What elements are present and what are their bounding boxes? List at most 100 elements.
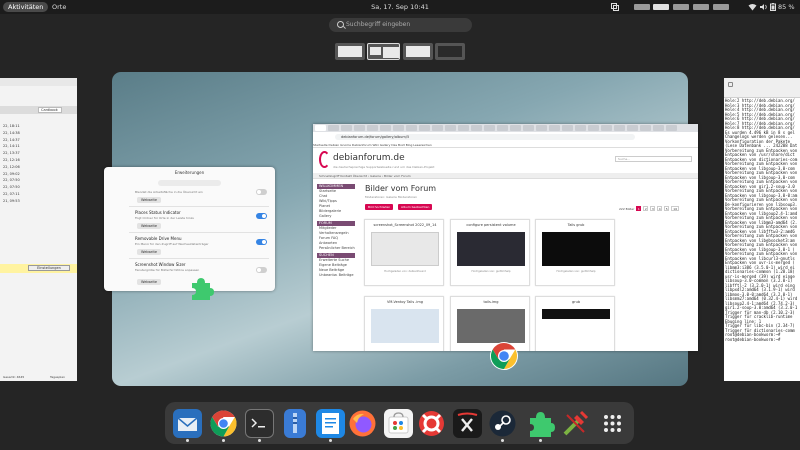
browser-tab[interactable] [458,125,469,131]
gallery-card[interactable]: configure persistent volume Hochgeladen … [450,219,530,286]
list-item[interactable]: 22, 07:50 [3,177,20,184]
gallery-thumbnail[interactable] [542,309,610,319]
page-link[interactable]: 16 [671,206,680,211]
sidebar-link[interactable]: Unbeantw. Beiträge [317,273,355,278]
page-link[interactable]: 1 [636,206,642,211]
screenshot-icon[interactable] [611,3,619,11]
extension-toggle[interactable] [256,213,267,219]
gallery-thumbnail[interactable] [457,309,525,343]
extensions-window-preview[interactable]: Erweiterungen Blendet die Arbeitsfläche … [104,167,275,291]
browser-tab[interactable] [328,125,339,131]
browser-tab[interactable] [419,125,430,131]
bookmarks-bar[interactable]: Startseite Debian Gnome Debianforum Wiki… [313,142,698,148]
extensions-app-icon[interactable] [188,275,214,301]
browser-tab[interactable] [510,125,521,131]
firefox-icon[interactable] [348,409,377,438]
gallery-card-title[interactable]: grub [536,300,616,304]
page-link[interactable]: 3 [650,206,656,211]
new-tab-icon[interactable] [728,82,733,87]
gallery-card-title[interactable]: configure persistent volume [451,223,531,227]
tab-strip[interactable] [313,124,698,132]
site-search-input[interactable]: Suche... [615,156,692,162]
browser-tab[interactable] [640,125,651,131]
gallery-thumbnail[interactable] [371,232,439,266]
gallery-card[interactable]: grub [535,296,615,351]
page-moderators[interactable]: Moderatoren: Galerie Moderatoren [365,195,417,199]
browser-tab[interactable] [536,125,547,131]
gallery-card[interactable]: VM-Ventoy Tails .img [364,296,444,351]
chrome-window-preview[interactable]: debianforum.de/forum/gallery/album/5 Sta… [313,124,698,351]
browser-tab[interactable] [562,125,573,131]
search-input[interactable]: Suchbegriff eingeben [329,18,472,32]
browser-tab[interactable] [380,125,391,131]
list-item[interactable]: 22, 13:37 [3,150,20,157]
extension-toggle[interactable] [256,239,267,245]
battery-level[interactable]: 85 % [778,2,795,12]
website-button[interactable]: Webseite [137,249,161,255]
browser-tab[interactable] [549,125,560,131]
browser-tab[interactable] [601,125,612,131]
browser-tab[interactable] [484,125,495,131]
addressbook-field[interactable]: Cardbook [38,107,62,113]
debian-logo[interactable] [319,151,330,168]
extension-toggle[interactable] [256,267,267,273]
browser-tab[interactable] [406,125,417,131]
terminal-icon[interactable] [245,409,274,438]
mail-window-preview[interactable]: Cardbook 22, 18:11 22, 14:38 22, 14:37 2… [0,78,77,381]
browser-tab[interactable] [614,125,625,131]
paint-icon[interactable] [561,409,590,438]
list-item[interactable]: 22, 09:02 [3,171,20,178]
workspace-thumbnail-1[interactable] [335,43,365,60]
page-link[interactable]: 2 [643,206,649,211]
file-roller-icon[interactable] [284,409,306,438]
gallery-card[interactable]: Tails grub Hochgeladen von: guiltimhelp [535,219,615,286]
chrome-app-icon[interactable] [489,341,519,371]
extension-toggle[interactable] [256,189,267,195]
browser-tab[interactable] [341,125,352,131]
browser-tab[interactable] [588,125,599,131]
list-item[interactable]: 22, 14:37 [3,137,20,144]
browser-tab[interactable] [666,125,677,131]
gallery-card[interactable]: tails.img [450,296,530,351]
browser-tab[interactable] [653,125,664,131]
status-dayplan[interactable]: Tagesplan [50,375,65,379]
workspace-indicator-1[interactable] [634,4,650,10]
extensions-icon[interactable] [526,409,555,438]
page-link[interactable]: 5 [664,206,670,211]
sidebar-link[interactable]: Gallery [317,214,355,219]
breadcrumb[interactable]: Schnellzugriff Kontakt Übersicht › Galer… [313,173,698,179]
workspace-thumbnail-4[interactable] [435,43,465,60]
website-button[interactable]: Webseite [137,197,161,203]
browser-tab[interactable] [497,125,508,131]
gallery-thumbnail[interactable] [542,232,610,266]
workspace-thumbnail-2[interactable] [367,43,400,60]
help-icon[interactable] [417,409,446,438]
chrome-icon[interactable] [209,409,238,438]
xournal-icon[interactable] [453,409,482,438]
browser-tab[interactable] [471,125,482,131]
battery-icon[interactable] [770,3,776,13]
terminal-window-preview[interactable]: Hole:2 http://deb.debian.org/Hole:3 http… [724,78,800,381]
browser-tab[interactable] [367,125,378,131]
gallery-card-title[interactable]: VM-Ventoy Tails .img [365,300,445,304]
software-icon[interactable] [384,409,413,438]
list-item[interactable]: 22, 18:11 [3,123,20,130]
settings-button[interactable]: Einstellungen [28,265,70,271]
browser-tab[interactable] [445,125,456,131]
extensions-search[interactable] [158,180,221,186]
list-item[interactable]: 22, 12:06 [3,164,20,171]
upload-image-button[interactable]: Bild hochladen [365,204,394,210]
workspace-thumbnail-3[interactable] [403,43,433,60]
evolution-icon[interactable] [173,409,202,438]
browser-tab[interactable] [523,125,534,131]
browser-tab[interactable] [315,125,326,131]
list-item[interactable]: 22, 14:38 [3,130,20,137]
wifi-icon[interactable] [748,3,757,13]
website-button[interactable]: Webseite [137,279,161,285]
list-item[interactable]: 22, 14:11 [3,143,20,150]
gallery-card-title[interactable]: screenshot_Screenshot 2022_09_14 [365,223,445,227]
browser-tab[interactable] [432,125,443,131]
url-bar[interactable]: debianforum.de/forum/gallery/album/5 [335,134,635,140]
text-editor-icon[interactable] [316,409,345,438]
gallery-card[interactable]: screenshot_Screenshot 2022_09_14 Hochgel… [364,219,444,286]
